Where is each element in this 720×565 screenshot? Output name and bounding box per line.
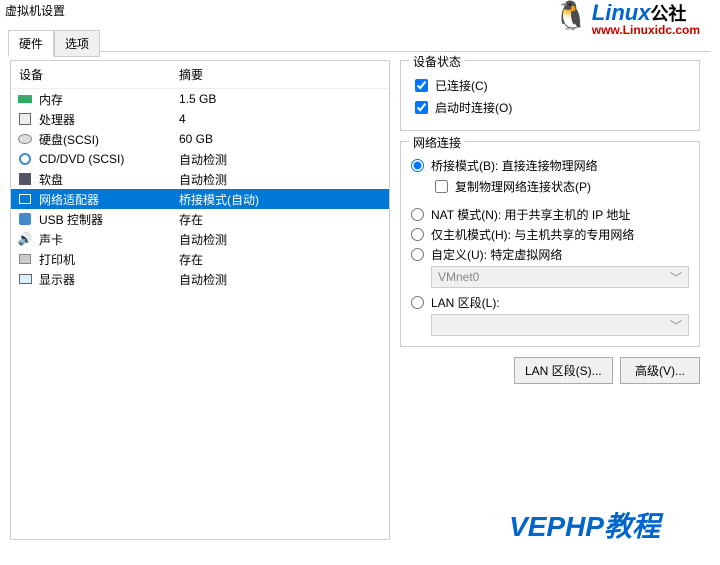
device-name: 软盘 <box>39 171 179 188</box>
lan-segments-button[interactable]: LAN 区段(S)... <box>514 357 613 384</box>
device-name: 打印机 <box>39 251 179 268</box>
radio-bridged[interactable]: 桥接模式(B): 直接连接物理网络 <box>411 157 689 174</box>
header-summary[interactable]: 摘要 <box>171 61 389 88</box>
logo-brand: Linux <box>592 0 651 25</box>
logo-area: 🐧 Linux公社 www.Linuxidc.com <box>554 2 700 36</box>
memory-icon <box>17 91 33 107</box>
radio-lan-segment[interactable]: LAN 区段(L): <box>411 294 689 311</box>
device-summary: 存在 <box>179 211 383 228</box>
device-summary: 4 <box>179 112 383 126</box>
device-name: CD/DVD (SCSI) <box>39 152 179 166</box>
advanced-button[interactable]: 高级(V)... <box>620 357 700 384</box>
chevron-down-icon: ﹀ <box>670 269 682 286</box>
checkbox-connect-at-power-input[interactable] <box>415 101 428 114</box>
radio-custom[interactable]: 自定义(U): 特定虚拟网络 <box>411 246 689 263</box>
checkbox-connected-label: 已连接(C) <box>435 77 488 94</box>
checkbox-connected-input[interactable] <box>415 79 428 92</box>
radio-hostonly[interactable]: 仅主机模式(H): 与主机共享的专用网络 <box>411 226 689 243</box>
radio-lan-segment-input[interactable] <box>411 296 424 309</box>
tab-options[interactable]: 选项 <box>54 30 100 57</box>
list-item-cd[interactable]: CD/DVD (SCSI)自动检测 <box>11 149 389 169</box>
device-summary: 自动检测 <box>179 171 383 188</box>
list-item-cpu[interactable]: 处理器4 <box>11 109 389 129</box>
display-icon <box>17 271 33 287</box>
sound-icon: 🔊 <box>17 231 33 247</box>
device-name: 内存 <box>39 91 179 108</box>
list-item-printer[interactable]: 打印机存在 <box>11 249 389 269</box>
list-item-memory[interactable]: 内存1.5 GB <box>11 89 389 109</box>
logo-suffix: 公社 <box>650 4 686 24</box>
device-name: 显示器 <box>39 271 179 288</box>
checkbox-connect-at-power[interactable]: 启动时连接(O) <box>411 98 689 117</box>
floppy-icon <box>17 171 33 187</box>
device-list: 设备 摘要 内存1.5 GB处理器4硬盘(SCSI)60 GBCD/DVD (S… <box>10 60 390 540</box>
device-name: 处理器 <box>39 111 179 128</box>
device-name: USB 控制器 <box>39 211 179 228</box>
device-summary: 自动检测 <box>179 231 383 248</box>
checkbox-replicate[interactable]: 复制物理网络连接状态(P) <box>431 177 689 196</box>
combo-vmnet[interactable]: VMnet0 ﹀ <box>431 266 689 288</box>
radio-bridged-input[interactable] <box>411 159 424 172</box>
list-item-display[interactable]: 显示器自动检测 <box>11 269 389 289</box>
watermark: VEPHP教程 <box>509 505 660 545</box>
radio-nat[interactable]: NAT 模式(N): 用于共享主机的 IP 地址 <box>411 206 689 223</box>
device-summary: 自动检测 <box>179 151 383 168</box>
checkbox-replicate-input[interactable] <box>435 180 448 193</box>
net-icon <box>17 191 33 207</box>
list-item-usb[interactable]: USB 控制器存在 <box>11 209 389 229</box>
device-summary: 存在 <box>179 251 383 268</box>
usb-icon <box>17 211 33 227</box>
cd-icon <box>17 151 33 167</box>
cpu-icon <box>17 111 33 127</box>
device-name: 网络适配器 <box>39 191 179 208</box>
header-device[interactable]: 设备 <box>11 61 171 88</box>
hdd-icon <box>17 131 33 147</box>
group-network-connection: 网络连接 桥接模式(B): 直接连接物理网络 复制物理网络连接状态(P) NAT… <box>400 141 700 347</box>
tux-icon: 🐧 <box>554 2 589 30</box>
radio-custom-label: 自定义(U): 特定虚拟网络 <box>431 246 562 263</box>
radio-hostonly-input[interactable] <box>411 228 424 241</box>
list-item-hdd[interactable]: 硬盘(SCSI)60 GB <box>11 129 389 149</box>
chevron-down-icon: ﹀ <box>670 317 682 334</box>
radio-nat-input[interactable] <box>411 208 424 221</box>
tab-hardware[interactable]: 硬件 <box>8 30 54 57</box>
device-summary: 1.5 GB <box>179 92 383 106</box>
radio-hostonly-label: 仅主机模式(H): 与主机共享的专用网络 <box>431 226 634 243</box>
radio-bridged-label: 桥接模式(B): 直接连接物理网络 <box>431 157 598 174</box>
group-device-state: 设备状态 已连接(C) 启动时连接(O) <box>400 60 700 131</box>
combo-lan-segment[interactable]: ﹀ <box>431 314 689 336</box>
radio-nat-label: NAT 模式(N): 用于共享主机的 IP 地址 <box>431 206 630 223</box>
device-name: 硬盘(SCSI) <box>39 131 179 148</box>
radio-custom-input[interactable] <box>411 248 424 261</box>
device-summary: 60 GB <box>179 132 383 146</box>
radio-lan-segment-label: LAN 区段(L): <box>431 294 500 311</box>
logo-url: www.Linuxidc.com <box>592 23 700 37</box>
network-connection-title: 网络连接 <box>409 134 465 151</box>
device-name: 声卡 <box>39 231 179 248</box>
combo-vmnet-value: VMnet0 <box>438 270 479 284</box>
device-summary: 自动检测 <box>179 271 383 288</box>
checkbox-connected[interactable]: 已连接(C) <box>411 76 689 95</box>
button-row: LAN 区段(S)... 高级(V)... <box>400 357 700 384</box>
list-header: 设备 摘要 <box>11 61 389 89</box>
list-item-net[interactable]: 网络适配器桥接模式(自动) <box>11 189 389 209</box>
list-item-floppy[interactable]: 软盘自动检测 <box>11 169 389 189</box>
printer-icon <box>17 251 33 267</box>
checkbox-replicate-label: 复制物理网络连接状态(P) <box>455 178 591 195</box>
list-item-sound[interactable]: 🔊 声卡自动检测 <box>11 229 389 249</box>
device-summary: 桥接模式(自动) <box>179 191 383 208</box>
checkbox-connect-at-power-label: 启动时连接(O) <box>435 99 512 116</box>
device-state-title: 设备状态 <box>409 53 465 70</box>
